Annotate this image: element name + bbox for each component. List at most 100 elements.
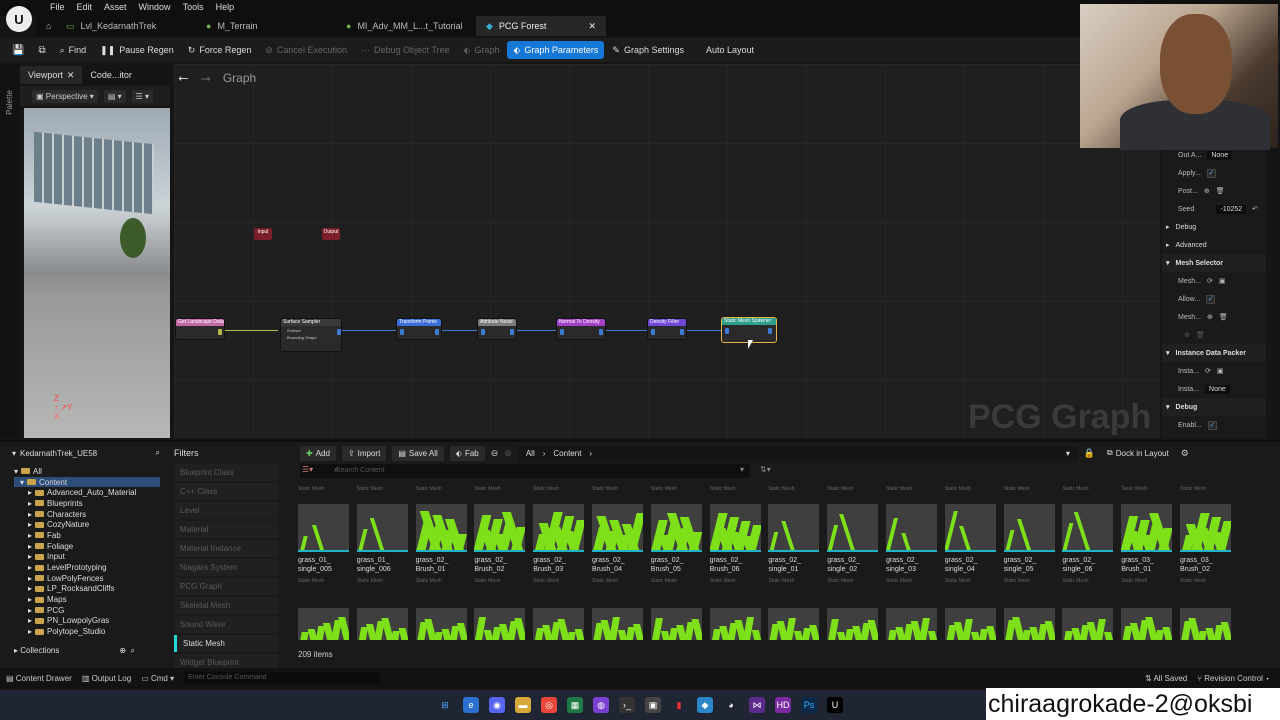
seed-input[interactable]: -10252: [1216, 204, 1247, 214]
asset-tile[interactable]: Static Mesh grass_02_ single_01 Static Mes…: [768, 486, 820, 600]
palette-tab[interactable]: Palette: [5, 90, 14, 115]
history-back-icon[interactable]: ⊖: [491, 448, 499, 459]
sheets-icon[interactable]: ▦: [567, 697, 583, 713]
chevron-down-icon[interactable]: ▾: [740, 465, 744, 474]
input-node[interactable]: Input: [254, 228, 272, 240]
asset-tile[interactable]: Static Mesh grass_03_ Brush_02 Static Mesh: [1180, 486, 1232, 600]
reset-icon[interactable]: ⟳: [1207, 277, 1213, 285]
forward-arrow-icon[interactable]: ⭢: [200, 70, 210, 86]
menu-file[interactable]: File: [44, 2, 71, 12]
tab-material[interactable]: ● M_Terrain: [196, 16, 336, 36]
path-all[interactable]: All: [526, 449, 535, 458]
asset-tile-partial[interactable]: [1180, 608, 1231, 640]
browse-icon[interactable]: ▣: [1217, 367, 1224, 375]
asset-tile[interactable]: Static Mesh grass_02_ single_06 Static Mes…: [1062, 486, 1114, 600]
section-debug[interactable]: ▾ Debug: [1162, 398, 1266, 416]
tab-level[interactable]: ▭ Lvl_KedarnathTrek: [56, 16, 196, 36]
asset-tile[interactable]: Static Mesh grass_02_ Brush_06 Static Mesh: [709, 486, 762, 600]
tab-pcg-forest[interactable]: ◆ PCG Forest ✕: [476, 16, 606, 36]
collections-header[interactable]: ▸ Collections ⊕ ⌕: [14, 646, 164, 656]
asset-tile[interactable]: Static Mesh grass_02_ Brush_04 Static Mesh: [592, 486, 644, 600]
hd-app-icon[interactable]: HD: [775, 697, 791, 713]
chevron-down-icon[interactable]: ▾: [1066, 449, 1070, 458]
gear-icon[interactable]: ⚙: [1181, 448, 1189, 459]
node-density-filter[interactable]: Density Filter: [647, 318, 687, 340]
filter-niagara-system[interactable]: Niagara System: [174, 559, 278, 576]
tree-item-folder[interactable]: ▸ Foliage: [14, 541, 160, 552]
section-instance-data-packer[interactable]: ▾ Instance Data Packer: [1162, 344, 1266, 362]
section-mesh-selector[interactable]: ▾ Mesh Selector: [1162, 254, 1266, 272]
asset-tile[interactable]: Static Mesh grass_02_ Brush_03 Static Mesh: [533, 486, 585, 600]
lock-icon[interactable]: 🔒: [1084, 448, 1095, 459]
path-content[interactable]: Content: [553, 449, 581, 458]
tree-item-folder[interactable]: ▸ Polytope_Studio: [14, 626, 160, 637]
pcg-graph-canvas[interactable]: [174, 64, 1160, 438]
in-pin[interactable]: [560, 329, 564, 335]
save-all-button[interactable]: ▤ Save All: [392, 445, 444, 461]
output-node[interactable]: Output: [322, 228, 340, 240]
unreal-engine-icon[interactable]: U: [827, 697, 843, 713]
asset-tile-partial[interactable]: [709, 608, 761, 640]
github-desktop-icon[interactable]: ◕: [723, 697, 739, 713]
out-attribute-value[interactable]: None: [1207, 150, 1233, 160]
tab-code-editor[interactable]: Code...itor: [82, 66, 140, 84]
filter-cpp-class[interactable]: C++ Class: [174, 483, 278, 500]
reset-icon[interactable]: ⟳: [1205, 367, 1211, 375]
tree-item-folder[interactable]: ▸ LP_RocksandCliffs: [14, 584, 160, 595]
history-forward-icon[interactable]: ⊕: [504, 448, 512, 459]
filter-blueprint-class[interactable]: Blueprint Class: [174, 464, 278, 481]
asset-tile-partial[interactable]: [886, 608, 937, 640]
section-debug-collapsed[interactable]: ▸ Debug: [1162, 218, 1266, 236]
tree-item-folder[interactable]: ▸ Fab: [14, 530, 160, 541]
photoshop-icon[interactable]: Ps: [801, 697, 817, 713]
apply-checkbox[interactable]: ✓: [1206, 168, 1216, 178]
asset-tile-partial[interactable]: [768, 608, 820, 640]
menu-tools[interactable]: Tools: [177, 2, 210, 12]
edge-icon[interactable]: e: [463, 697, 479, 713]
node-surface-sampler[interactable]: Surface Sampler Surface Bounding Shape: [280, 318, 342, 352]
asset-tile-partial[interactable]: [298, 608, 349, 640]
asset-tile[interactable]: Static Mesh grass_02_ Brush_05 Static Mesh: [650, 486, 703, 600]
filter-pcg-graph[interactable]: PCG Graph: [174, 578, 278, 595]
out-pin[interactable]: [510, 329, 514, 335]
add-icon[interactable]: ⊕: [119, 646, 126, 655]
perspective-dropdown[interactable]: ▣ Perspective ▾: [32, 89, 98, 103]
in-pin[interactable]: [725, 328, 729, 334]
tab-material-instance[interactable]: ● MI_Adv_MM_L...t_Tutorial: [336, 16, 476, 36]
file-explorer-icon[interactable]: ▬: [515, 697, 531, 713]
import-button[interactable]: ⇪ Import: [341, 445, 387, 461]
node-attribute-noise[interactable]: Attribute Noise: [477, 318, 517, 340]
asset-tile[interactable]: Static Mesh grass_01_ single_005 Static Me…: [298, 486, 350, 600]
windows-start-icon[interactable]: ⊞: [437, 697, 453, 713]
find-button[interactable]: ⌕ Find: [54, 41, 93, 59]
asset-tile-partial[interactable]: [827, 608, 879, 640]
chrome-icon[interactable]: ◎: [541, 697, 557, 713]
screen-tool-icon[interactable]: ▣: [645, 697, 661, 713]
browse-button[interactable]: ⧉: [32, 41, 51, 59]
tree-item-folder[interactable]: ▸ Blueprints: [14, 498, 160, 509]
filter-material-instance[interactable]: Material Instance: [174, 540, 278, 557]
node-normal-to-density[interactable]: Normal To Density: [556, 318, 606, 340]
tree-item-folder[interactable]: ▸ Input: [14, 552, 160, 563]
menu-help[interactable]: Help: [210, 2, 241, 12]
node-transform-points[interactable]: Transform Points: [396, 318, 442, 340]
visual-studio-icon[interactable]: ⋈: [749, 697, 765, 713]
content-drawer-button[interactable]: ▤ Content Drawer: [6, 674, 72, 683]
asset-tile-partial[interactable]: [592, 608, 643, 640]
in-pin[interactable]: [481, 329, 485, 335]
sort-icon[interactable]: ⇅▾: [760, 465, 771, 474]
out-pin[interactable]: [768, 328, 772, 334]
filter-icon[interactable]: ☰▾: [302, 465, 313, 474]
add-button[interactable]: ✚ Add: [300, 445, 336, 461]
enable-checkbox[interactable]: ✓: [1207, 420, 1217, 430]
asset-tile-partial[interactable]: [474, 608, 526, 640]
all-saved-status[interactable]: ⇅ All Saved: [1145, 674, 1187, 683]
asset-tile-partial[interactable]: [1121, 608, 1173, 640]
project-header[interactable]: ▾ KedarnathTrek_UE58 ⌕: [12, 446, 160, 460]
filter-sound-wave[interactable]: Sound Wave: [174, 616, 278, 633]
tree-item-folder[interactable]: ▸ PCG: [14, 605, 160, 616]
view-mode-dropdown[interactable]: ▤ ▾: [103, 89, 126, 103]
cmd-dropdown[interactable]: ▭ Cmd ▾: [141, 674, 174, 683]
tree-item-folder[interactable]: ▸ LowPolyFences: [14, 573, 160, 584]
close-icon[interactable]: ✕: [67, 70, 75, 81]
